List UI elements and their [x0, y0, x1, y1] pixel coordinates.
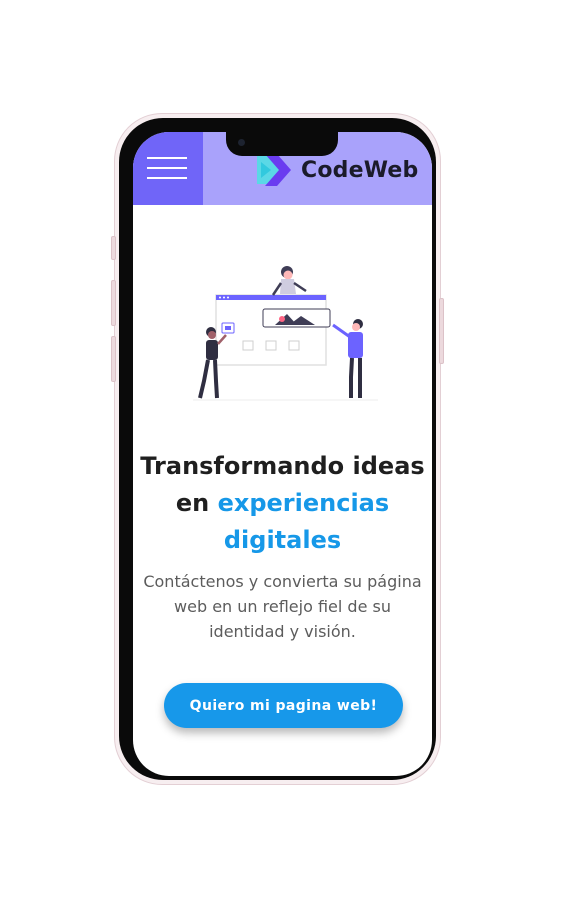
phone-volume-up-button — [111, 280, 116, 326]
phone-side-button — [111, 236, 116, 260]
site-logo[interactable]: CodeWeb — [255, 150, 418, 190]
hero-title-accent: experiencias digitales — [217, 489, 390, 554]
phone-screen: CodeWeb Transformando ideas en experienc… — [133, 132, 432, 776]
hamburger-menu-button[interactable] — [133, 132, 203, 205]
cta-button[interactable]: Quiero mi pagina web! — [164, 683, 403, 728]
codeweb-logo-icon — [257, 154, 291, 186]
hamburger-menu-icon-bar — [147, 167, 187, 169]
phone-volume-down-button — [111, 336, 116, 382]
hero-title-line1: Transformando ideas — [140, 452, 425, 480]
hero-title-connector: en — [175, 489, 210, 517]
web-team-illustration — [193, 266, 378, 401]
phone-bezel: CodeWeb Transformando ideas en experienc… — [119, 118, 436, 780]
phone-frame: CodeWeb Transformando ideas en experienc… — [111, 113, 444, 785]
hero-subtitle: Contáctenos y convierta su página web en… — [143, 572, 422, 641]
hero-title: Transformando ideas en experiencias digi… — [139, 448, 426, 559]
front-camera — [238, 139, 245, 146]
hamburger-menu-icon — [147, 157, 187, 159]
phone-power-button — [439, 298, 444, 364]
phone-notch — [226, 132, 338, 156]
brand-name: CodeWeb — [301, 157, 419, 183]
hamburger-menu-icon-bar — [147, 177, 187, 179]
